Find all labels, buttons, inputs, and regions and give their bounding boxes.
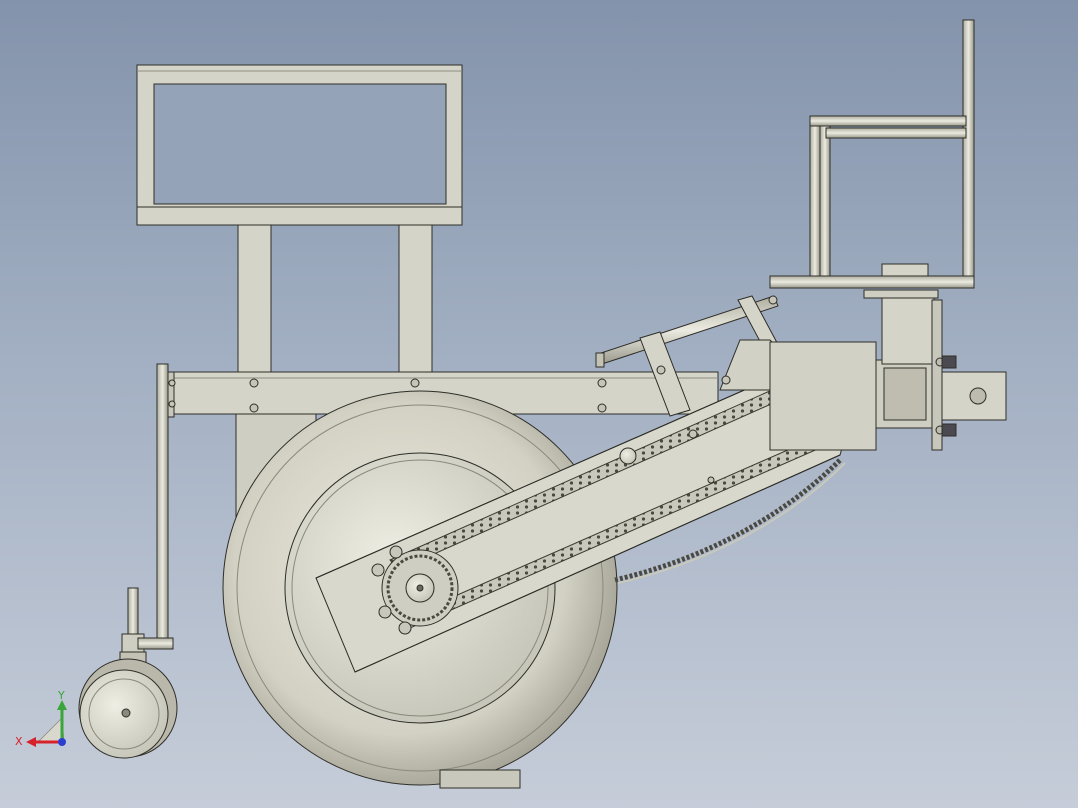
cad-viewport[interactable]: Y X <box>0 0 1078 808</box>
handle-frame <box>769 19 975 289</box>
assembly-drawing: Y X <box>15 19 1007 789</box>
hitch-housing <box>769 263 1007 451</box>
triad-y-label: Y <box>57 689 65 702</box>
frame-posts <box>237 224 433 376</box>
triad-x-label: X <box>15 735 23 748</box>
view-triad <box>26 700 67 747</box>
caster-assembly <box>78 363 178 759</box>
top-frame <box>136 64 463 226</box>
